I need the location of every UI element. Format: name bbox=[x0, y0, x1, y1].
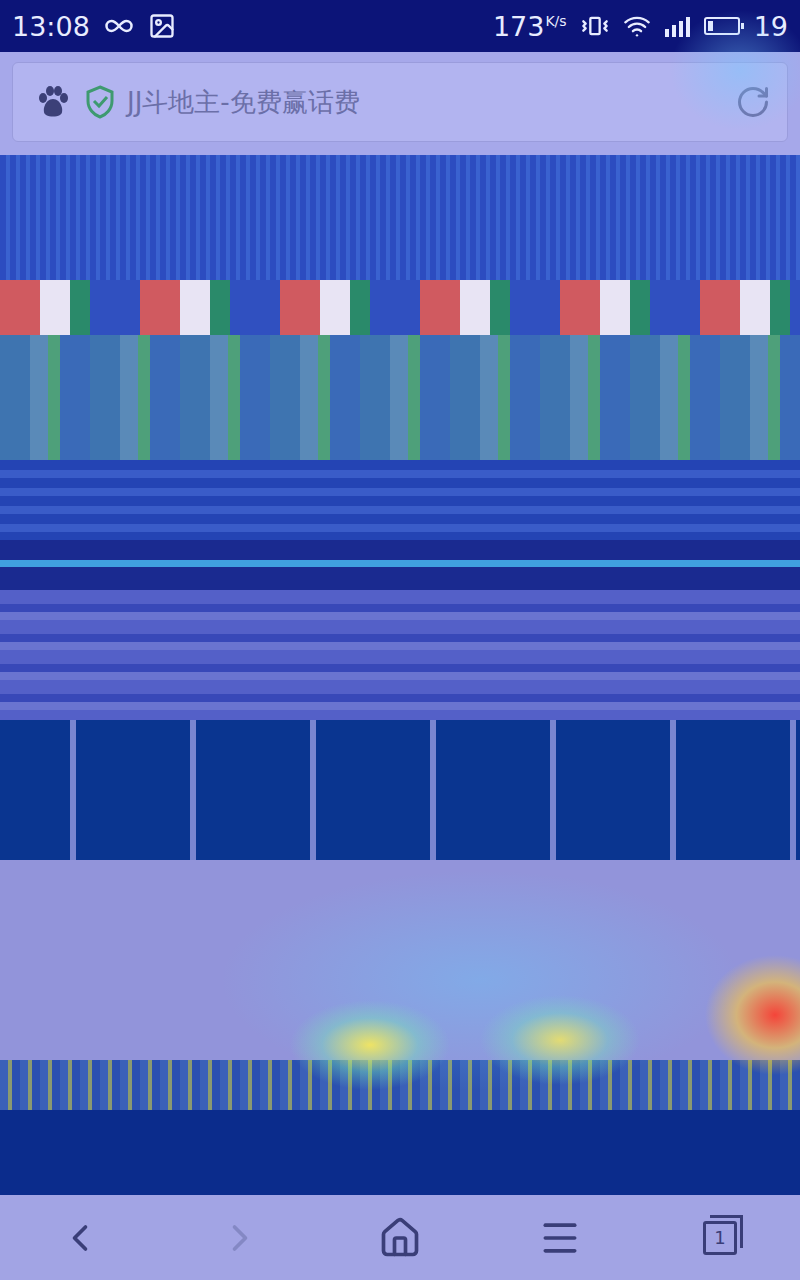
tab-count: 1 bbox=[703, 1221, 737, 1255]
forward-icon bbox=[218, 1216, 262, 1260]
menu-button[interactable] bbox=[520, 1203, 600, 1273]
phone-screen: 13:08 173K/s 19 JJ斗地主-免费赢话费 1 bbox=[0, 0, 800, 1280]
glitch-stripe bbox=[0, 590, 800, 720]
glitched-page-content bbox=[0, 155, 800, 1195]
heatmap-overlay bbox=[0, 0, 800, 1280]
menu-icon bbox=[538, 1216, 582, 1260]
baidu-paw-icon bbox=[33, 82, 73, 122]
shield-check-icon bbox=[85, 85, 115, 119]
vibrate-icon bbox=[581, 12, 609, 40]
glitch-stripe bbox=[0, 335, 800, 460]
glitch-stripe bbox=[0, 540, 800, 590]
glitch-stripe bbox=[0, 860, 800, 1060]
clock: 13:08 bbox=[12, 13, 90, 40]
glitch-stripe bbox=[0, 460, 800, 540]
refresh-icon[interactable] bbox=[735, 84, 771, 120]
home-icon bbox=[378, 1216, 422, 1260]
status-bar: 13:08 173K/s 19 bbox=[0, 0, 800, 52]
image-icon bbox=[148, 12, 176, 40]
forward-button[interactable] bbox=[200, 1203, 280, 1273]
infinity-icon bbox=[104, 11, 134, 41]
address-bar[interactable]: JJ斗地主-免费赢话费 bbox=[12, 62, 788, 142]
wifi-icon bbox=[623, 12, 651, 40]
glitch-stripe bbox=[0, 1110, 800, 1195]
battery-icon bbox=[704, 17, 740, 35]
home-button[interactable] bbox=[360, 1203, 440, 1273]
signal-icon bbox=[665, 15, 690, 37]
glitch-stripe bbox=[0, 155, 800, 280]
battery-level: 19 bbox=[754, 13, 788, 40]
page-title[interactable]: JJ斗地主-免费赢话费 bbox=[127, 85, 723, 120]
back-icon bbox=[58, 1216, 102, 1260]
glitch-stripe bbox=[0, 280, 800, 335]
tabs-button[interactable]: 1 bbox=[680, 1203, 760, 1273]
back-button[interactable] bbox=[40, 1203, 120, 1273]
network-speed: 173K/s bbox=[493, 13, 567, 40]
glitch-stripe bbox=[0, 1060, 800, 1110]
address-area: JJ斗地主-免费赢话费 bbox=[0, 52, 800, 155]
glitch-stripe bbox=[0, 720, 800, 860]
bottom-toolbar: 1 bbox=[0, 1195, 800, 1280]
